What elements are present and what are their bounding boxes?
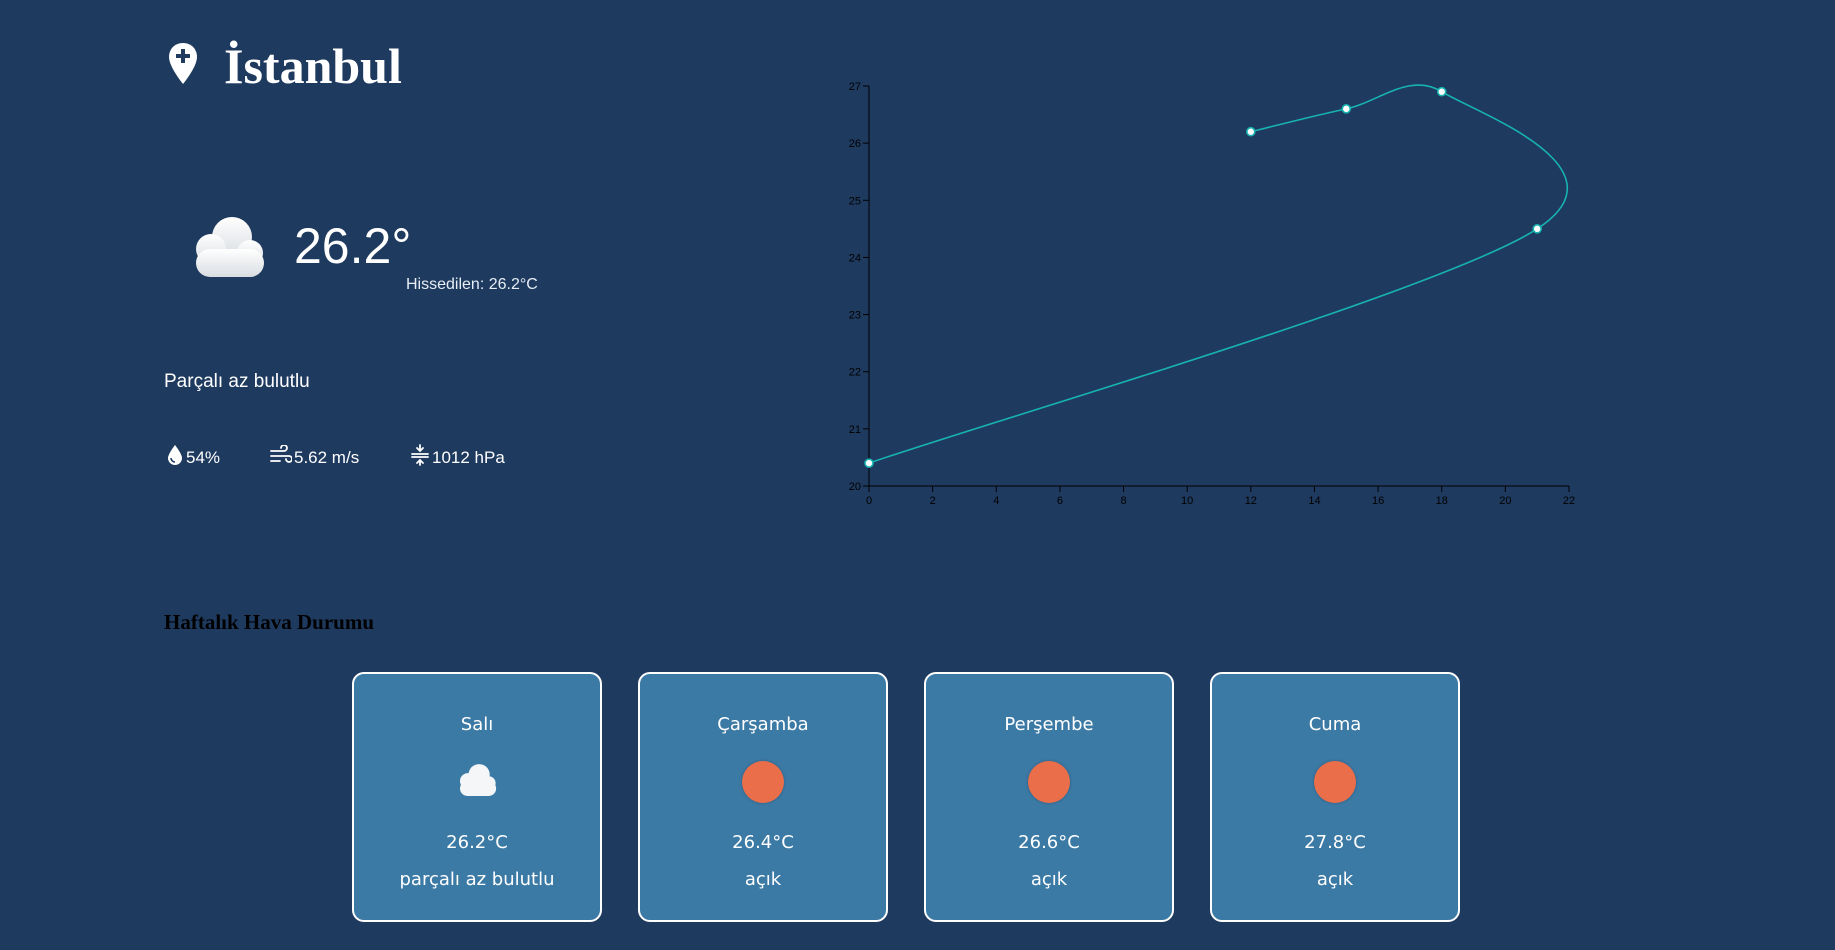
x-tick-label: 2 (930, 495, 936, 507)
data-point (1532, 224, 1542, 234)
y-tick-label: 26 (849, 138, 861, 150)
feels-like: Hissedilen: 26.2°C (406, 276, 538, 293)
x-tick-label: 10 (1181, 495, 1193, 507)
wind-value: 5.62 m/s (294, 447, 360, 467)
y-tick-label: 22 (849, 367, 861, 379)
y-tick-label: 20 (849, 481, 861, 493)
data-point (1436, 86, 1447, 97)
x-tick-label: 0 (866, 495, 872, 507)
forecast-day: Çarşamba (717, 714, 809, 735)
temperature-chart: 0 2 4 6 8 10 12 14 16 18 20 222021222324252627 (849, 81, 1575, 507)
forecast-temp: 26.4°C (732, 832, 794, 853)
cloud-icon (186, 215, 270, 284)
sun-icon (1028, 761, 1070, 803)
data-point (1246, 126, 1256, 137)
current-temperature: 26.2° (294, 218, 412, 274)
current-weather: 26.2° (186, 215, 411, 284)
forecast-temp: 27.8°C (1304, 832, 1366, 853)
y-tick-label: 24 (849, 252, 861, 264)
pressure-stat: 1012 hPa (410, 444, 505, 471)
weather-description: Parçalı az bulutlu (164, 371, 310, 392)
forecast-temp: 26.2°C (446, 832, 508, 853)
forecast-temp: 26.6°C (1018, 832, 1080, 853)
forecast-card-tuesday: Salı 26.2°C parçalı az bulutlu (352, 672, 602, 922)
x-tick-label: 12 (1245, 495, 1257, 507)
forecast-day: Salı (460, 714, 494, 735)
sun-icon (1314, 761, 1356, 803)
city-header: İstanbul (168, 36, 402, 96)
x-tick-label: 14 (1308, 495, 1320, 507)
cloud-icon (452, 763, 502, 801)
weather-stats: 54% 5.62 m/s 1012 hPa (166, 444, 505, 471)
y-tick-label: 21 (849, 424, 861, 436)
y-tick-label: 25 (849, 195, 861, 207)
forecast-card-friday: Cuma 27.8°C açık (1210, 672, 1460, 922)
wind-icon (270, 444, 293, 470)
weekly-title: Haftalık Hava Durumu (164, 610, 375, 634)
forecast-day: Perşembe (1004, 714, 1094, 735)
x-tick-label: 8 (1120, 495, 1126, 507)
city-name: İstanbul (224, 38, 402, 94)
y-tick-label: 23 (849, 310, 861, 322)
humidity-stat: 54% (166, 444, 270, 471)
forecast-desc: açık (1030, 869, 1068, 890)
x-tick-label: 22 (1563, 495, 1575, 507)
series-line (868, 84, 1569, 464)
forecast-desc: parçalı az bulutlu (399, 869, 555, 890)
droplet-icon (166, 444, 184, 471)
forecast-desc: açık (744, 869, 782, 890)
location-pin-icon (168, 42, 198, 91)
x-tick-label: 4 (993, 495, 999, 507)
data-point (864, 458, 874, 468)
forecast-card-wednesday: Çarşamba 26.4°C açık (638, 672, 888, 922)
x-tick-label: 20 (1499, 495, 1511, 507)
humidity-value: 54% (186, 447, 221, 467)
sun-icon (742, 761, 784, 803)
forecast-desc: açık (1316, 869, 1354, 890)
x-tick-label: 6 (1057, 495, 1063, 507)
pressure-icon (410, 444, 430, 471)
forecast-day: Cuma (1308, 714, 1362, 735)
x-tick-label: 16 (1372, 495, 1384, 507)
pressure-value: 1012 hPa (432, 447, 505, 467)
data-point (1341, 104, 1352, 114)
x-tick-label: 18 (1436, 495, 1448, 507)
forecast-card-thursday: Perşembe 26.6°C açık (924, 672, 1174, 922)
wind-stat: 5.62 m/s (270, 444, 410, 470)
y-tick-label: 27 (849, 81, 861, 93)
